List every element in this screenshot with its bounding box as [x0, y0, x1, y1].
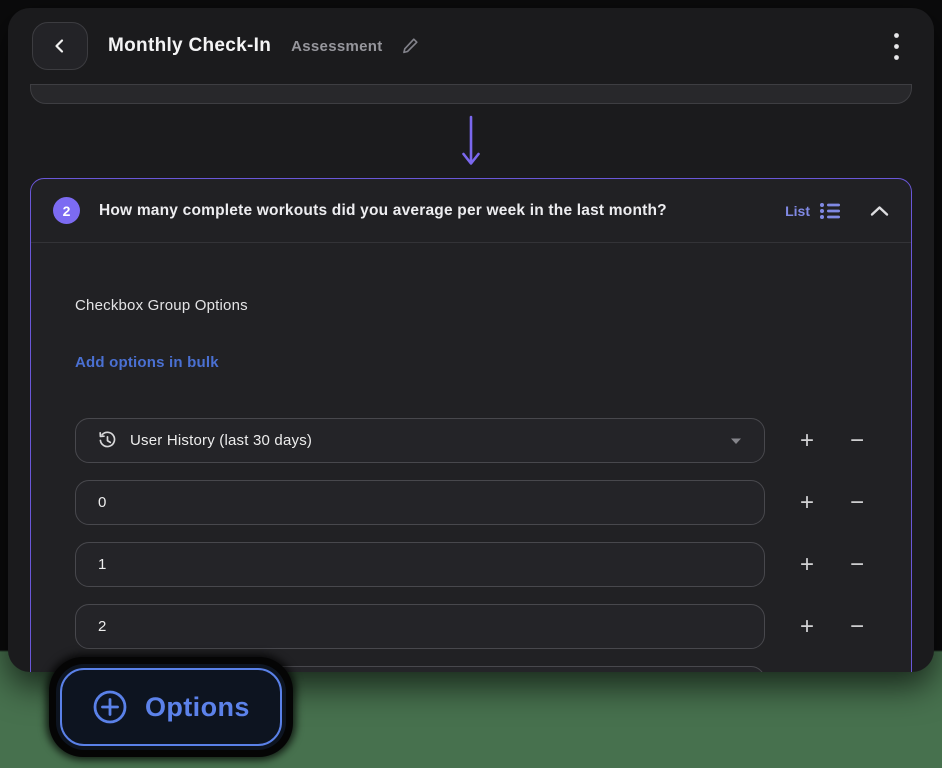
option-row: User History (last 30 days) + − — [75, 418, 867, 463]
option-value: 2 — [98, 618, 107, 635]
connector — [8, 104, 934, 178]
question-type-label: List — [785, 202, 810, 219]
question-card-header[interactable]: 2 How many complete workouts did you ave… — [31, 179, 911, 243]
question-text: How many complete workouts did you avera… — [99, 201, 667, 219]
page-title: Monthly Check-In — [108, 35, 272, 56]
history-clock-icon — [98, 431, 117, 450]
caret-down-icon — [730, 437, 742, 445]
header: Monthly Check-In Assessment — [8, 8, 934, 84]
option-value: User History (last 30 days) — [130, 432, 313, 449]
options-button-label: Options — [145, 691, 250, 722]
collapse-button[interactable] — [870, 205, 889, 217]
remove-option-button[interactable]: − — [847, 614, 867, 639]
chevron-up-icon — [870, 205, 889, 217]
add-option-button[interactable]: + — [797, 614, 817, 639]
option-value-input[interactable]: 0 — [75, 480, 765, 525]
app-frame: Monthly Check-In Assessment 2 How many c… — [8, 8, 934, 672]
menu-button[interactable] — [882, 29, 910, 63]
plus-circle-icon — [92, 689, 128, 725]
option-value: 0 — [98, 494, 107, 511]
remove-option-button[interactable]: − — [847, 490, 867, 515]
back-button[interactable] — [32, 22, 88, 70]
option-rows: User History (last 30 days) + − 0 + − 1 … — [75, 418, 867, 672]
kebab-vertical-icon — [893, 32, 899, 60]
options-section-title: Checkbox Group Options — [75, 297, 248, 314]
option-value-dropdown[interactable]: User History (last 30 days) — [75, 418, 765, 463]
question-card: 2 How many complete workouts did you ave… — [30, 178, 912, 672]
page-subtitle: Assessment — [291, 37, 383, 55]
chevron-left-icon — [52, 38, 68, 54]
pencil-icon — [401, 37, 419, 55]
edit-title-button[interactable] — [401, 37, 419, 55]
option-value-input[interactable]: 2 — [75, 604, 765, 649]
bulleted-list-icon — [819, 201, 840, 221]
arrow-down-icon — [460, 115, 482, 167]
remove-option-button[interactable]: − — [847, 428, 867, 453]
options-button[interactable]: Options — [60, 668, 282, 746]
options-button-highlight-ring: Options — [49, 657, 293, 757]
remove-option-button[interactable]: − — [847, 552, 867, 577]
previous-question-card-partial[interactable] — [30, 84, 912, 104]
add-option-button[interactable]: + — [797, 490, 817, 515]
question-card-body: Checkbox Group Options Add options in bu… — [31, 297, 911, 672]
add-option-button[interactable]: + — [797, 552, 817, 577]
question-type-selector[interactable]: List — [785, 201, 840, 221]
option-row: 1 + − — [75, 542, 867, 587]
question-number-badge: 2 — [53, 197, 80, 224]
option-value-input[interactable]: 1 — [75, 542, 765, 587]
option-row: 0 + − — [75, 480, 867, 525]
option-value: 1 — [98, 556, 107, 573]
add-option-button[interactable]: + — [797, 428, 817, 453]
add-options-in-bulk-link[interactable]: Add options in bulk — [75, 354, 219, 371]
option-row: 2 + − — [75, 604, 867, 649]
options-button-wrap: Options — [56, 664, 286, 750]
